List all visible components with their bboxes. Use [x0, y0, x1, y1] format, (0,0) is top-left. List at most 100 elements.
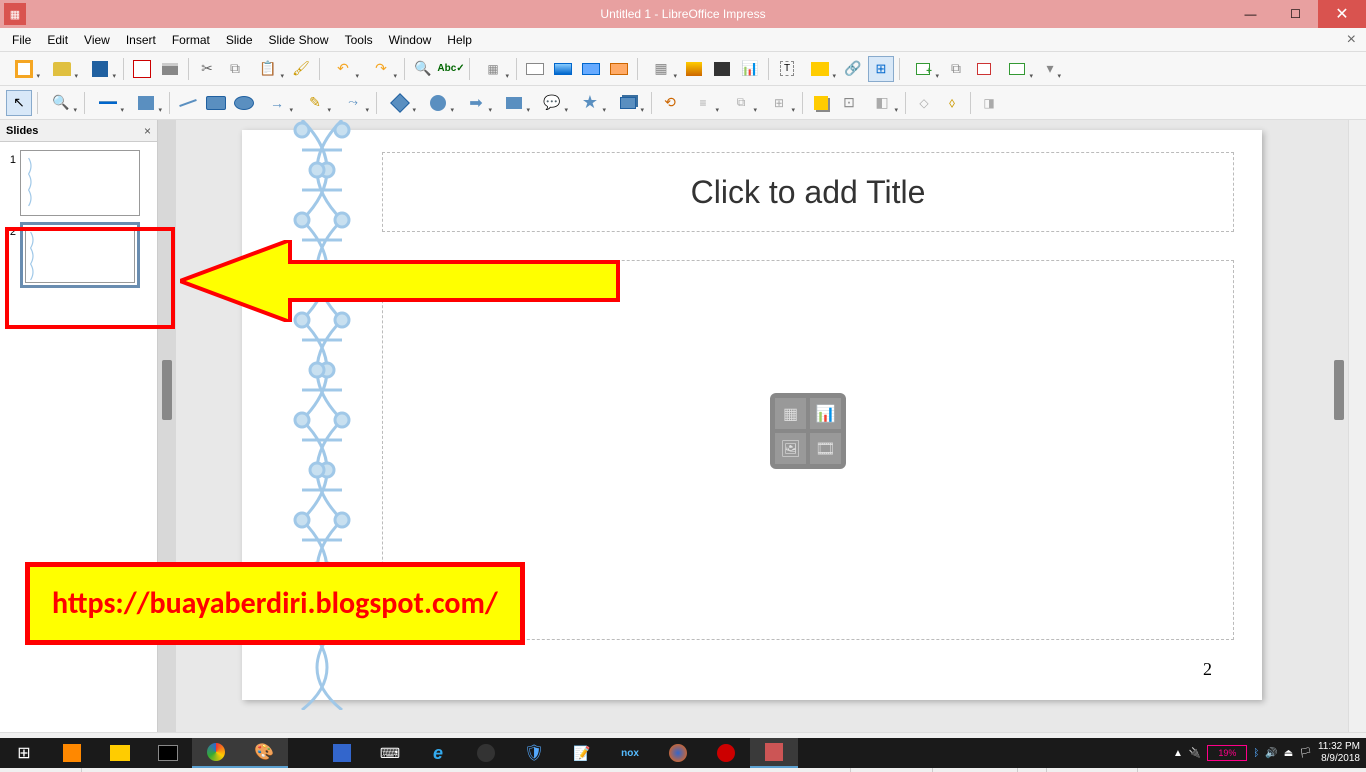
slide-layout-button[interactable]: [999, 56, 1035, 82]
task-defender-icon[interactable]: 🛡: [510, 738, 558, 768]
task-explorer-icon[interactable]: [96, 738, 144, 768]
menu-slideshow[interactable]: Slide Show: [261, 30, 337, 50]
maximize-button[interactable]: ☐: [1273, 0, 1318, 28]
insert-textbox-button[interactable]: T: [774, 56, 800, 82]
title-placeholder[interactable]: Click to add Title: [382, 152, 1234, 232]
symbol-shapes-button[interactable]: [420, 90, 456, 116]
menu-slide[interactable]: Slide: [218, 30, 261, 50]
tray-flag-icon[interactable]: 🏳: [1299, 748, 1312, 759]
insert-movie-icon[interactable]: 🎞: [810, 433, 841, 464]
paste-button[interactable]: 📋: [250, 56, 286, 82]
insert-image-icon[interactable]: 🖼: [775, 433, 806, 464]
insert-av-button[interactable]: [709, 56, 735, 82]
menu-help[interactable]: Help: [439, 30, 480, 50]
slide-design-button[interactable]: ▾: [1037, 56, 1063, 82]
insert-chart-icon[interactable]: 📊: [810, 398, 841, 429]
content-insert-grid[interactable]: ▦ 📊 🖼 🎞: [770, 393, 846, 469]
menu-view[interactable]: View: [76, 30, 118, 50]
menu-edit[interactable]: Edit: [39, 30, 76, 50]
insert-special-char-button[interactable]: ⊞: [868, 56, 894, 82]
task-obs-icon[interactable]: [462, 738, 510, 768]
crop-button[interactable]: ⊡: [836, 90, 862, 116]
rotate-button[interactable]: ⟲: [657, 90, 683, 116]
menu-insert[interactable]: Insert: [118, 30, 164, 50]
task-keyboard-icon[interactable]: ⌨: [366, 738, 414, 768]
task-garena-icon[interactable]: [702, 738, 750, 768]
gluepoints-button[interactable]: ⬨: [939, 90, 965, 116]
save-button[interactable]: [82, 56, 118, 82]
3d-objects-button[interactable]: [610, 90, 646, 116]
shadow-button[interactable]: [808, 90, 834, 116]
task-nox-icon[interactable]: nox: [606, 738, 654, 768]
fill-color-button[interactable]: [128, 90, 164, 116]
task-cmd-icon[interactable]: [144, 738, 192, 768]
clone-format-button[interactable]: 🖌: [288, 56, 314, 82]
new-button[interactable]: [6, 56, 42, 82]
delete-slide-button[interactable]: [971, 56, 997, 82]
spellcheck-button[interactable]: Abc✓: [438, 56, 464, 82]
display-views-button[interactable]: [522, 56, 548, 82]
start-first-button[interactable]: [578, 56, 604, 82]
start-current-button[interactable]: [606, 56, 632, 82]
insert-table-button[interactable]: ▦: [643, 56, 679, 82]
redo-button[interactable]: ↷: [363, 56, 399, 82]
tray-bluetooth-icon[interactable]: ᛒ: [1253, 748, 1259, 759]
line-color-button[interactable]: [90, 90, 126, 116]
basic-shapes-button[interactable]: [382, 90, 418, 116]
find-replace-button[interactable]: 🔍: [410, 56, 436, 82]
master-slide-button[interactable]: [550, 56, 576, 82]
system-tray[interactable]: ▲ 🔌 19% ᛒ 🔊 ⏏ 🏳 11:32 PM 8/9/2018: [1173, 741, 1366, 765]
align-button[interactable]: ≡: [685, 90, 721, 116]
undo-button[interactable]: ↶: [325, 56, 361, 82]
insert-hyperlink-button[interactable]: 🔗: [840, 56, 866, 82]
stars-button[interactable]: ★: [572, 90, 608, 116]
rectangle-tool-button[interactable]: [203, 90, 229, 116]
distribute-button[interactable]: ⊞: [761, 90, 797, 116]
slides-panel-close-button[interactable]: ×: [144, 124, 151, 138]
right-panel-collapse[interactable]: [1328, 120, 1348, 732]
flowchart-button[interactable]: [496, 90, 532, 116]
tray-battery-indicator[interactable]: 19%: [1207, 745, 1247, 761]
menu-window[interactable]: Window: [381, 30, 440, 50]
cut-button[interactable]: ✂: [194, 56, 220, 82]
ellipse-tool-button[interactable]: [231, 90, 257, 116]
duplicate-slide-button[interactable]: ⧉: [943, 56, 969, 82]
task-notepad-icon[interactable]: 📝: [558, 738, 606, 768]
points-button[interactable]: ◇: [911, 90, 937, 116]
print-button[interactable]: [157, 56, 183, 82]
select-tool-button[interactable]: ↖: [6, 90, 32, 116]
block-arrows-button[interactable]: ➡: [458, 90, 494, 116]
task-paint-icon[interactable]: 🎨: [240, 738, 288, 768]
filter-button[interactable]: ◧: [864, 90, 900, 116]
insert-image-button[interactable]: [681, 56, 707, 82]
tray-power-icon[interactable]: 🔌: [1189, 748, 1201, 759]
task-ie-icon[interactable]: e: [414, 738, 462, 768]
insert-table-icon[interactable]: ▦: [775, 398, 806, 429]
zoom-tool-button[interactable]: 🔍: [43, 90, 79, 116]
open-button[interactable]: [44, 56, 80, 82]
start-button[interactable]: ⊞: [0, 738, 48, 768]
menu-format[interactable]: Format: [164, 30, 218, 50]
tray-chevron-up-icon[interactable]: ▲: [1173, 748, 1183, 759]
curve-tool-button[interactable]: ✎: [297, 90, 333, 116]
menu-file[interactable]: File: [4, 30, 39, 50]
slide-thumbnail-1[interactable]: 1: [4, 150, 153, 216]
display-grid-button[interactable]: ▦: [475, 56, 511, 82]
close-button[interactable]: ✕: [1318, 0, 1366, 28]
export-pdf-button[interactable]: [129, 56, 155, 82]
extrusion-button[interactable]: ◨: [976, 90, 1002, 116]
arrow-tool-button[interactable]: →: [259, 90, 295, 116]
insert-chart-button[interactable]: 📊: [737, 56, 763, 82]
menu-tools[interactable]: Tools: [337, 30, 381, 50]
task-impress-icon[interactable]: [750, 738, 798, 768]
minimize-button[interactable]: —: [1228, 0, 1273, 28]
new-slide-button[interactable]: +: [905, 56, 941, 82]
task-chrome-icon[interactable]: [192, 738, 240, 768]
tray-safe-remove-icon[interactable]: ⏏: [1284, 748, 1293, 759]
vertical-scrollbar[interactable]: [1348, 120, 1366, 732]
insert-fontwork-button[interactable]: [802, 56, 838, 82]
tray-clock[interactable]: 11:32 PM 8/9/2018: [1318, 741, 1360, 765]
task-app1-icon[interactable]: [318, 738, 366, 768]
line-tool-button[interactable]: [175, 90, 201, 116]
close-document-button[interactable]: ×: [1341, 31, 1362, 49]
